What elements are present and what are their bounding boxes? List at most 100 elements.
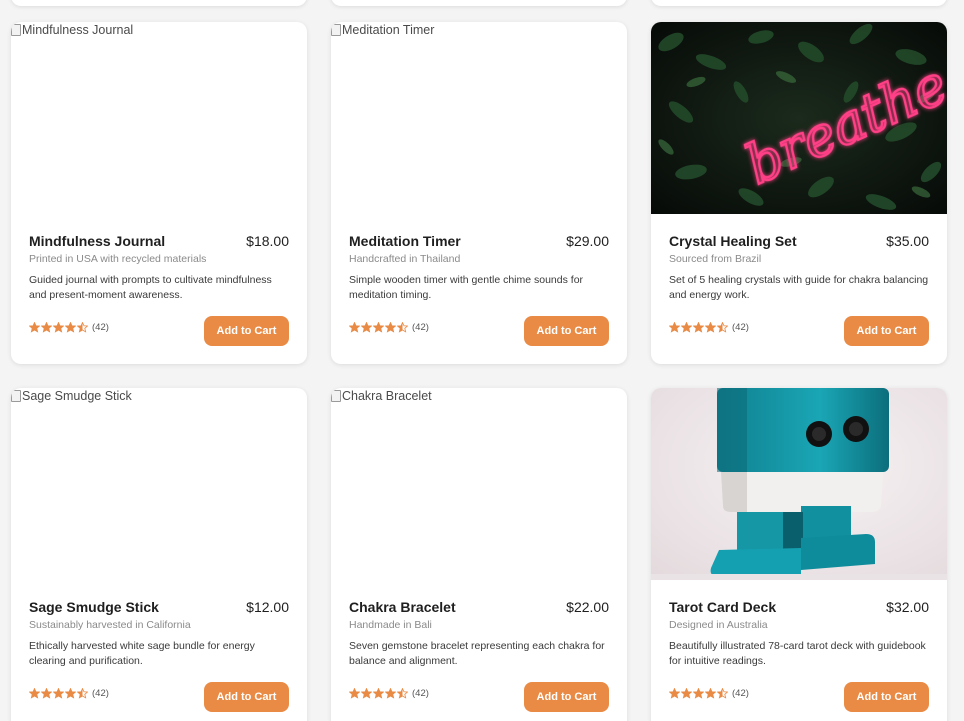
product-origin: Handmade in Bali: [349, 619, 432, 631]
broken-image-icon: [11, 390, 21, 402]
rating-count: (42): [92, 688, 109, 699]
broken-image-alt-text: Sage Smudge Stick: [11, 389, 132, 403]
previous-card-edge: [11, 0, 307, 6]
product-card: Tarot Card Deck $32.00 Designed in Austr…: [651, 388, 947, 721]
broken-image-alt-text: Chakra Bracelet: [331, 389, 432, 403]
rating-stars: [29, 688, 88, 699]
previous-card-edge: [651, 0, 947, 6]
product-price: $12.00: [246, 599, 289, 615]
star-full-icon: [361, 322, 372, 333]
product-image[interactable]: breathe: [651, 22, 947, 214]
rating-count: (42): [732, 688, 749, 699]
add-to-cart-button[interactable]: Add to Cart: [524, 682, 609, 712]
rating-stars: [349, 322, 408, 333]
rating-stars: [29, 322, 88, 333]
star-full-icon: [349, 688, 360, 699]
star-full-icon: [373, 688, 384, 699]
product-price: $18.00: [246, 233, 289, 249]
add-to-cart-button[interactable]: Add to Cart: [204, 316, 289, 346]
star-full-icon: [53, 322, 64, 333]
star-full-icon: [385, 688, 396, 699]
star-full-icon: [65, 322, 76, 333]
rating-count: (42): [732, 322, 749, 333]
product-card: Chakra Bracelet Chakra Bracelet $22.00 H…: [331, 388, 627, 721]
product-origin: Designed in Australia: [669, 619, 768, 631]
star-full-icon: [669, 322, 680, 333]
product-title[interactable]: Sage Smudge Stick: [29, 599, 159, 615]
product-description: Guided journal with prompts to cultivate…: [29, 274, 272, 301]
product-title[interactable]: Meditation Timer: [349, 233, 461, 249]
product-image[interactable]: Chakra Bracelet: [331, 388, 627, 580]
star-full-icon: [65, 688, 76, 699]
product-origin: Handcrafted in Thailand: [349, 253, 461, 265]
rating-stars: [669, 322, 728, 333]
add-to-cart-button[interactable]: Add to Cart: [524, 316, 609, 346]
product-title[interactable]: Crystal Healing Set: [669, 233, 797, 249]
star-full-icon: [693, 688, 704, 699]
rating-count: (42): [412, 688, 429, 699]
star-full-icon: [669, 688, 680, 699]
star-half-icon: [717, 688, 728, 699]
add-to-cart-button[interactable]: Add to Cart: [204, 682, 289, 712]
star-full-icon: [53, 688, 64, 699]
product-description: Simple wooden timer with gentle chime so…: [349, 274, 584, 301]
product-rating: (42): [669, 688, 749, 699]
star-full-icon: [681, 688, 692, 699]
product-image[interactable]: Sage Smudge Stick: [11, 388, 307, 580]
star-half-icon: [397, 688, 408, 699]
star-full-icon: [705, 322, 716, 333]
product-description: Beautifully illustrated 78-card tarot de…: [669, 640, 926, 667]
product-title[interactable]: Mindfulness Journal: [29, 233, 165, 249]
star-full-icon: [705, 688, 716, 699]
product-price: $32.00: [886, 599, 929, 615]
product-card: breathe Crystal Healing Set $35.00 Sourc…: [651, 22, 947, 364]
product-card: Mindfulness Journal Mindfulness Journal …: [11, 22, 307, 364]
star-full-icon: [373, 322, 384, 333]
star-full-icon: [385, 322, 396, 333]
previous-card-edge: [331, 0, 627, 6]
product-rating: (42): [349, 688, 429, 699]
broken-image-icon: [331, 24, 341, 36]
product-price: $35.00: [886, 233, 929, 249]
broken-image-alt-text: Meditation Timer: [331, 23, 434, 37]
star-half-icon: [717, 322, 728, 333]
product-rating: (42): [669, 322, 749, 333]
product-title[interactable]: Chakra Bracelet: [349, 599, 456, 615]
product-rating: (42): [29, 688, 109, 699]
star-full-icon: [29, 688, 40, 699]
product-origin: Sustainably harvested in California: [29, 619, 191, 631]
star-half-icon: [77, 322, 88, 333]
star-full-icon: [681, 322, 692, 333]
rating-stars: [349, 688, 408, 699]
product-origin: Sourced from Brazil: [669, 253, 762, 265]
product-origin: Printed in USA with recycled materials: [29, 253, 207, 265]
add-to-cart-button[interactable]: Add to Cart: [844, 682, 929, 712]
product-title[interactable]: Tarot Card Deck: [669, 599, 776, 615]
rating-count: (42): [412, 322, 429, 333]
product-card: Meditation Timer Meditation Timer $29.00…: [331, 22, 627, 364]
neon-breathe-photo: breathe: [651, 22, 947, 214]
rating-stars: [669, 688, 728, 699]
star-full-icon: [361, 688, 372, 699]
product-description: Seven gemstone bracelet representing eac…: [349, 640, 605, 667]
broken-image-icon: [331, 390, 341, 402]
product-image[interactable]: [651, 388, 947, 580]
star-full-icon: [41, 688, 52, 699]
star-full-icon: [693, 322, 704, 333]
product-price: $29.00: [566, 233, 609, 249]
teal-robot-photo: [651, 388, 947, 580]
product-description: Ethically harvested white sage bundle fo…: [29, 640, 255, 667]
rating-count: (42): [92, 322, 109, 333]
product-description: Set of 5 healing crystals with guide for…: [669, 274, 929, 301]
product-rating: (42): [349, 322, 429, 333]
product-rating: (42): [29, 322, 109, 333]
product-card: Sage Smudge Stick Sage Smudge Stick $12.…: [11, 388, 307, 721]
product-image[interactable]: Meditation Timer: [331, 22, 627, 214]
star-half-icon: [77, 688, 88, 699]
add-to-cart-button[interactable]: Add to Cart: [844, 316, 929, 346]
star-full-icon: [29, 322, 40, 333]
star-full-icon: [41, 322, 52, 333]
star-full-icon: [349, 322, 360, 333]
star-half-icon: [397, 322, 408, 333]
product-image[interactable]: Mindfulness Journal: [11, 22, 307, 214]
